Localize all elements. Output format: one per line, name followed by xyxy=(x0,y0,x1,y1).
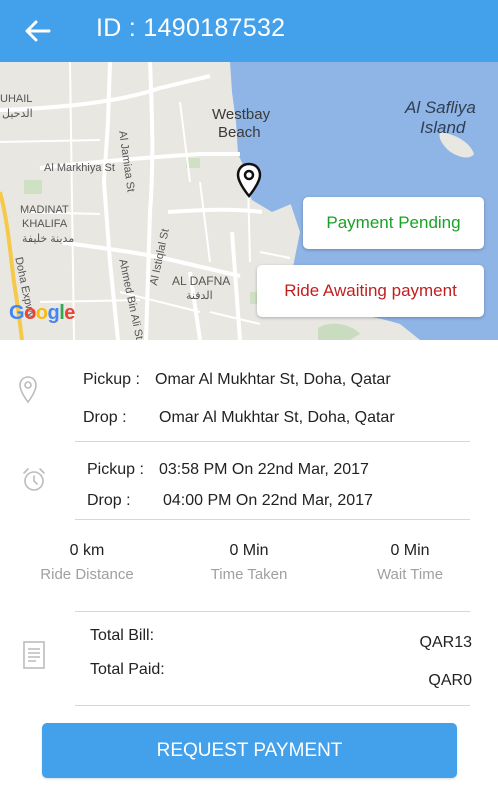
alarm-clock-icon xyxy=(23,468,45,491)
location-pin-icon xyxy=(19,376,37,404)
map-label-madinat-1: MADINAT xyxy=(20,204,69,216)
pickup-time-value: 03:58 PM On 22nd Mar, 2017 xyxy=(159,461,369,478)
drop-location-value: Omar Al Mukhtar St, Doha, Qatar xyxy=(159,409,395,426)
map-label-dafna-ar: الدفنة xyxy=(186,290,213,302)
pickup-time-label: Pickup : xyxy=(87,461,144,478)
drop-time-value: 04:00 PM On 22nd Mar, 2017 xyxy=(163,492,373,509)
map-label-dafna: AL DAFNA xyxy=(172,274,231,288)
divider xyxy=(75,611,470,612)
app-bar: ID : 1490187532 xyxy=(0,0,498,62)
map-label-markhiya: Al Markhiya St xyxy=(44,162,115,174)
ride-awaiting-payment-badge: Ride Awaiting payment xyxy=(257,265,484,317)
ride-distance-value: 0 km xyxy=(69,542,105,559)
map-label-safliya-1: Al Safliya xyxy=(405,98,476,117)
total-bill-label: Total Bill: xyxy=(90,627,155,644)
map-pin-icon xyxy=(236,162,262,198)
time-taken-label: Time Taken xyxy=(210,566,288,583)
receipt-icon xyxy=(23,641,45,669)
total-paid-label: Total Paid: xyxy=(90,661,165,678)
map-label-westbay-2: Beach xyxy=(218,124,261,141)
divider xyxy=(75,519,470,520)
map-label-madinat-ar: مدينة خليفة xyxy=(22,233,75,245)
google-logo: Google xyxy=(9,302,75,324)
drop-location-label: Drop : xyxy=(83,409,127,426)
drop-time-label: Drop : xyxy=(87,492,131,509)
ride-distance-label: Ride Distance xyxy=(40,566,134,583)
page-title: ID : 1490187532 xyxy=(96,14,286,42)
request-payment-button[interactable]: REQUEST PAYMENT xyxy=(42,723,457,778)
time-taken-value: 0 Min xyxy=(229,542,269,559)
map-label-westbay-1: Westbay xyxy=(212,106,271,123)
pickup-location-label: Pickup : xyxy=(83,371,140,388)
divider xyxy=(75,441,470,442)
total-paid-value: QAR0 xyxy=(428,672,472,689)
wait-time-value: 0 Min xyxy=(390,542,430,559)
pickup-location-value: Omar Al Mukhtar St, Doha, Qatar xyxy=(155,371,391,388)
map-label-uhail: UHAIL xyxy=(0,93,33,105)
map-label-madinat-2: KHALIFA xyxy=(22,218,68,230)
wait-time-label: Wait Time xyxy=(376,566,444,583)
map-label-safliya-2: Island xyxy=(420,118,466,137)
divider xyxy=(75,705,470,706)
map-label-uhail-ar: الدحيل xyxy=(2,108,33,120)
arrow-left-icon[interactable] xyxy=(22,16,52,46)
total-bill-value: QAR13 xyxy=(419,634,472,651)
payment-pending-badge: Payment Pending xyxy=(303,197,484,249)
map-view[interactable]: UHAIL الدحيل Westbay Beach Al Safliya Is… xyxy=(0,62,498,340)
